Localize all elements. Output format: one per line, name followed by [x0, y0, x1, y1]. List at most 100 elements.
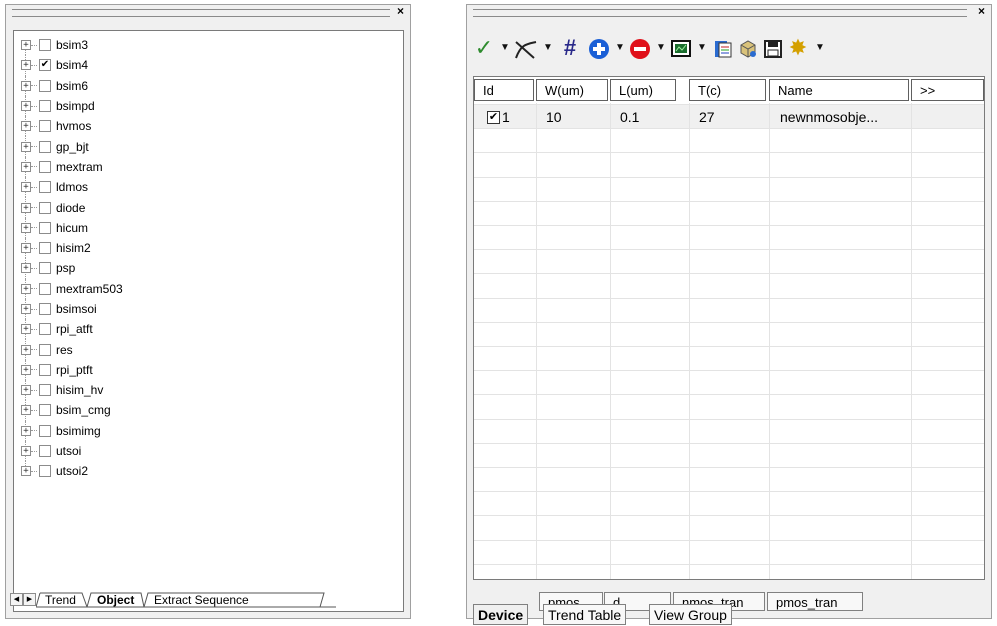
model-checkbox[interactable]	[39, 445, 51, 458]
model-checkbox[interactable]	[39, 221, 51, 234]
column-header-name[interactable]: Name	[769, 79, 909, 101]
model-checkbox[interactable]	[39, 79, 51, 92]
model-checkbox[interactable]	[39, 465, 51, 478]
monitor-icon[interactable]	[670, 35, 692, 61]
expand-icon[interactable]: +	[21, 405, 31, 416]
expand-icon[interactable]: +	[21, 182, 31, 193]
model-checkbox[interactable]	[39, 282, 51, 295]
tree-item[interactable]: + gp_bjt	[14, 136, 403, 157]
model-checkbox[interactable]	[39, 343, 51, 356]
tree-item[interactable]: + ldmos	[14, 177, 403, 198]
expand-icon[interactable]: +	[21, 466, 31, 477]
model-checkbox[interactable]	[39, 262, 51, 275]
tree-item[interactable]: + bsim3	[14, 35, 403, 56]
tree-item[interactable]: + res	[14, 339, 403, 360]
package-icon[interactable]	[737, 35, 759, 61]
chevron-down-icon[interactable]: ▼	[500, 35, 510, 61]
panel-grip[interactable]	[473, 9, 967, 17]
row-checkbox[interactable]: ✔	[487, 111, 500, 124]
model-checkbox[interactable]	[39, 242, 51, 255]
tree-item[interactable]: + hicum	[14, 217, 403, 238]
curve-icon[interactable]	[513, 35, 539, 61]
tree-item[interactable]: + utsoi2	[14, 461, 403, 481]
expand-icon[interactable]: +	[21, 243, 31, 254]
tree-item[interactable]: + mextram503	[14, 278, 403, 299]
expand-icon[interactable]: +	[21, 344, 31, 355]
tree-item[interactable]: + mextram	[14, 156, 403, 178]
column-header-width[interactable]: W(um)	[536, 79, 608, 101]
save-icon[interactable]	[762, 35, 784, 61]
model-checkbox[interactable]	[39, 140, 51, 153]
column-header-more[interactable]: >>	[911, 79, 984, 101]
tree-item[interactable]: + bsimsoi	[14, 298, 403, 320]
chevron-down-icon[interactable]: ▼	[656, 35, 666, 61]
tree-item[interactable]: + rpi_ptft	[14, 359, 403, 381]
tree-item[interactable]: + diode	[14, 197, 403, 218]
expand-icon[interactable]: +	[21, 425, 31, 436]
expand-icon[interactable]: +	[21, 263, 31, 274]
model-checkbox[interactable]: ✔	[39, 59, 51, 72]
model-checkbox[interactable]	[39, 404, 51, 417]
remove-icon[interactable]	[628, 35, 652, 61]
expand-icon[interactable]: +	[21, 60, 31, 71]
tree-connector	[31, 44, 37, 46]
tree-item[interactable]: + hvmos	[14, 116, 403, 137]
expand-icon[interactable]: +	[21, 324, 31, 335]
model-checkbox[interactable]	[39, 100, 51, 113]
panel-grip[interactable]	[12, 9, 390, 17]
expand-icon[interactable]: +	[21, 161, 31, 172]
gear-icon[interactable]: ✸	[787, 35, 809, 61]
tab-scroll-left-icon[interactable]: ◀	[10, 593, 23, 606]
expand-icon[interactable]: +	[21, 283, 31, 294]
expand-icon[interactable]: +	[21, 101, 31, 112]
tree-item[interactable]: + rpi_atft	[14, 319, 403, 340]
tree-item[interactable]: + ✔ bsim4	[14, 55, 403, 76]
model-checkbox[interactable]	[39, 384, 51, 397]
tab-trend[interactable]: Trend	[45, 591, 76, 609]
tree-item[interactable]: + hisim2	[14, 237, 403, 259]
tree-item[interactable]: + bsim_cmg	[14, 400, 403, 421]
model-checkbox[interactable]	[39, 303, 51, 315]
model-checkbox[interactable]	[39, 39, 51, 52]
tree-item[interactable]: + bsimpd	[14, 95, 403, 117]
expand-icon[interactable]: +	[21, 202, 31, 213]
expand-icon[interactable]: +	[21, 446, 31, 457]
close-panel-button[interactable]: ×	[397, 4, 404, 18]
expand-icon[interactable]: +	[21, 304, 31, 314]
tree-item[interactable]: + bsim6	[14, 75, 403, 96]
expand-icon[interactable]: +	[21, 222, 31, 233]
tree-item[interactable]: + bsimimg	[14, 420, 403, 441]
report-icon[interactable]	[712, 35, 734, 61]
tree-item[interactable]: + hisim_hv	[14, 380, 403, 401]
model-checkbox[interactable]	[39, 424, 51, 437]
expand-icon[interactable]: +	[21, 121, 31, 132]
chevron-down-icon[interactable]: ▼	[543, 35, 553, 61]
grid-icon[interactable]: #	[558, 35, 582, 61]
table-row-divider	[474, 321, 984, 323]
expand-icon[interactable]: +	[21, 141, 31, 152]
model-checkbox[interactable]	[39, 323, 51, 336]
model-checkbox[interactable]	[39, 120, 51, 133]
expand-icon[interactable]: +	[21, 385, 31, 396]
close-panel-button[interactable]: ×	[978, 4, 985, 18]
expand-icon[interactable]: +	[21, 40, 31, 51]
column-header-id[interactable]: Id	[474, 79, 534, 101]
chevron-down-icon[interactable]: ▼	[815, 35, 825, 61]
expand-icon[interactable]: +	[21, 364, 31, 375]
chevron-down-icon[interactable]: ▼	[697, 35, 707, 61]
column-header-length[interactable]: L(um)	[610, 79, 676, 101]
tab-extract-sequence[interactable]: Extract Sequence	[154, 591, 249, 609]
model-checkbox[interactable]	[39, 181, 51, 194]
model-checkbox[interactable]	[39, 363, 51, 376]
tab-scroll-right-icon[interactable]: ▶	[23, 593, 36, 606]
model-checkbox[interactable]	[39, 160, 51, 173]
tab-object[interactable]: Object	[97, 591, 134, 609]
model-checkbox[interactable]	[39, 201, 51, 214]
expand-icon[interactable]: +	[21, 80, 31, 91]
check-icon[interactable]: ✓	[473, 35, 495, 61]
column-header-temperature[interactable]: T(c)	[689, 79, 766, 101]
chevron-down-icon[interactable]: ▼	[615, 35, 625, 61]
tree-item[interactable]: + psp	[14, 258, 403, 279]
tree-item[interactable]: + utsoi	[14, 440, 403, 462]
add-icon[interactable]	[587, 35, 611, 61]
